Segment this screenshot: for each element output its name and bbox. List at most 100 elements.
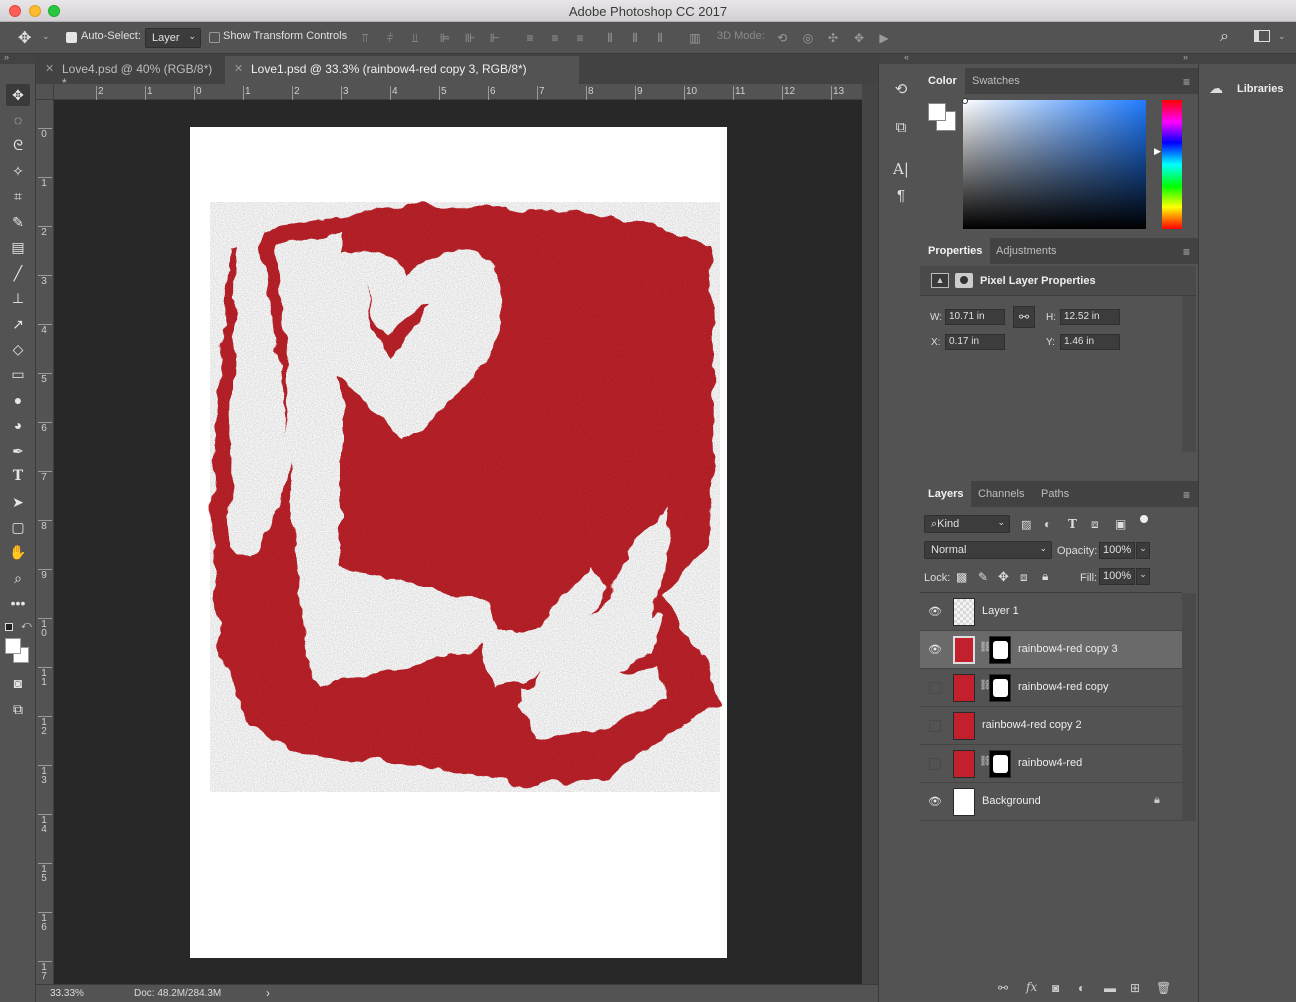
auto-align-icon[interactable]: ▥ [688,31,702,45]
layer-name[interactable]: rainbow4-red copy [1018,681,1109,693]
layer-name[interactable]: rainbow4-red [1018,757,1082,769]
status-menu-arrow[interactable]: › [266,986,270,1000]
close-tab-icon[interactable]: ✕ [234,62,243,75]
lock-all-icon[interactable]: 🔒︎ [1042,569,1048,584]
character-panel-icon[interactable]: A| [891,159,911,179]
layer-thumbnail[interactable] [953,636,975,664]
layer-row-layer-1[interactable]: 👁︎ Layer 1 [920,593,1182,631]
healing-brush-tool-icon[interactable]: ▤ [6,236,30,258]
search-icon[interactable]: ⌕ [1220,28,1229,46]
layer-row-background[interactable]: 👁︎ Background 🔒︎ [920,783,1182,821]
lock-pixels-icon[interactable]: ✎ [978,570,988,584]
filter-pixel-icon[interactable]: ▨ [1021,518,1031,531]
filter-adjustment-icon[interactable]: ◐ [1044,517,1051,531]
layer-row-rainbow4-red-copy-3[interactable]: 👁︎ ⛓︎ rainbow4-red copy 3 [920,631,1182,669]
blur-tool-icon[interactable]: ● [6,389,30,411]
3d-rotate-icon[interactable]: ⟲ [775,31,789,45]
pen-tool-icon[interactable]: ✒ [6,440,30,462]
lock-transparent-icon[interactable]: ▩ [956,570,967,584]
foreground-color-swatch[interactable] [5,638,21,654]
auto-select-dropdown[interactable]: Layer ⌄ [145,28,201,48]
fill-field[interactable]: 100% [1099,568,1135,585]
more-tools-icon[interactable]: ••• [6,592,30,614]
panel-menu-icon[interactable]: ≡ [1183,75,1190,89]
visibility-toggle-off[interactable] [929,682,941,694]
layer-name[interactable]: Background [982,795,1041,807]
crop-tool-icon[interactable]: ⌗ [6,185,30,207]
lock-position-icon[interactable]: ✥ [998,569,1009,585]
default-colors-icon[interactable] [5,623,13,631]
show-transform-checkbox[interactable] [209,32,220,43]
foreground-color-swatch[interactable] [928,103,946,121]
filter-shape-icon[interactable]: ⧈ [1091,517,1099,532]
libraries-button[interactable]: ☁ Libraries [1205,78,1293,100]
layer-mask-thumbnail[interactable] [989,674,1011,702]
tab-layers[interactable]: Layers [920,481,972,507]
add-mask-icon[interactable]: ◙ [1052,981,1059,995]
distribute-vcenter-icon[interactable]: ≡ [548,31,562,45]
distribute-bottom-icon[interactable]: ≡ [573,31,587,45]
delete-layer-icon[interactable]: 🗑︎ [1156,981,1171,995]
blend-mode-dropdown[interactable]: Normal ⌄ [924,541,1052,559]
tab-swatches[interactable]: Swatches [964,68,1028,94]
tab-adjustments[interactable]: Adjustments [988,238,1065,264]
filter-toggle-icon[interactable] [1140,515,1148,523]
quick-mask-icon[interactable]: ◙ [6,672,30,694]
align-top-icon[interactable]: ⫪ [358,31,372,45]
hue-slider-handle[interactable]: ▶ [1154,146,1161,157]
distribute-right-icon[interactable]: ⦀ [653,31,667,45]
tab-color[interactable]: Color [920,68,965,94]
chevron-down-icon[interactable]: ⌄ [1136,542,1150,559]
history-brush-tool-icon[interactable]: ↗ [6,313,30,335]
width-field[interactable]: 10.71 in [945,309,1005,325]
layers-scrollbar[interactable] [1182,593,1196,821]
gradient-tool-icon[interactable]: ▭ [6,363,30,385]
3d-drag-icon[interactable]: ✣ [826,31,840,45]
brush-tool-icon[interactable]: ╱ [6,262,30,284]
layer-row-rainbow4-red-copy[interactable]: ⛓︎ rainbow4-red copy [920,669,1182,707]
distribute-left-icon[interactable]: ⦀ [603,31,617,45]
path-selection-tool-icon[interactable]: ➤ [6,491,30,513]
align-vcenter-icon[interactable]: ⫩ [383,31,397,45]
auto-select-checkbox[interactable] [66,32,77,43]
mask-icon[interactable] [955,273,973,288]
screen-mode-icon[interactable]: ⧉ [6,698,30,720]
layer-row-rainbow4-red-copy-2[interactable]: rainbow4-red copy 2 [920,707,1182,745]
close-tab-icon[interactable]: ✕ [45,62,54,75]
visibility-eye-icon[interactable]: 👁︎ [928,605,942,618]
color-field[interactable] [963,100,1146,229]
document-canvas[interactable] [190,127,727,958]
magic-wand-tool-icon[interactable]: ✧ [6,160,30,182]
align-hcenter-icon[interactable]: ⊪ [463,31,477,45]
eyedropper-tool-icon[interactable]: ✎ [6,211,30,233]
align-right-icon[interactable]: ⊩ [488,31,502,45]
opacity-field[interactable]: 100% [1099,542,1135,559]
layer-style-fx-icon[interactable]: fx [1026,980,1037,994]
filter-type-icon[interactable]: T [1068,517,1077,531]
new-group-icon[interactable]: ▬ [1104,981,1116,995]
zoom-level[interactable]: 33.33% [50,988,84,999]
eraser-tool-icon[interactable]: ◇ [6,338,30,360]
dodge-tool-icon[interactable]: ◕ [6,414,30,436]
clone-source-panel-icon[interactable]: ⧉ [891,118,911,138]
expand-toolbar-icon[interactable]: » [4,52,9,62]
lasso-tool-icon[interactable]: ᘓ [6,134,30,156]
tab-love1[interactable]: ✕ Love1.psd @ 33.3% (rainbow4-red copy 3,… [225,56,579,84]
height-field[interactable]: 12.52 in [1060,309,1120,325]
lock-artboard-icon[interactable]: ⧈ [1020,570,1028,585]
new-layer-icon[interactable]: ⊞ [1130,981,1140,995]
chevron-down-icon[interactable]: ⌄ [42,31,50,42]
vertical-scrollbar[interactable] [862,84,878,984]
workspace-icon[interactable] [1254,30,1270,42]
layer-mask-thumbnail[interactable] [989,750,1011,778]
tab-love4[interactable]: ✕ Love4.psd @ 40% (RGB/8*) * [36,56,224,90]
layer-thumbnail[interactable] [953,788,975,816]
chevron-down-icon[interactable]: ⌄ [1136,568,1150,585]
layer-name[interactable]: rainbow4-red copy 2 [982,719,1082,731]
link-layers-icon[interactable]: ⚯ [998,981,1008,995]
expand-panels-icon[interactable]: » [1183,52,1188,62]
tab-channels[interactable]: Channels [970,481,1032,507]
panel-menu-icon[interactable]: ≡ [1183,245,1190,259]
3d-roll-icon[interactable]: ◎ [801,31,815,45]
3d-scale-icon[interactable]: ▶ [877,31,891,45]
